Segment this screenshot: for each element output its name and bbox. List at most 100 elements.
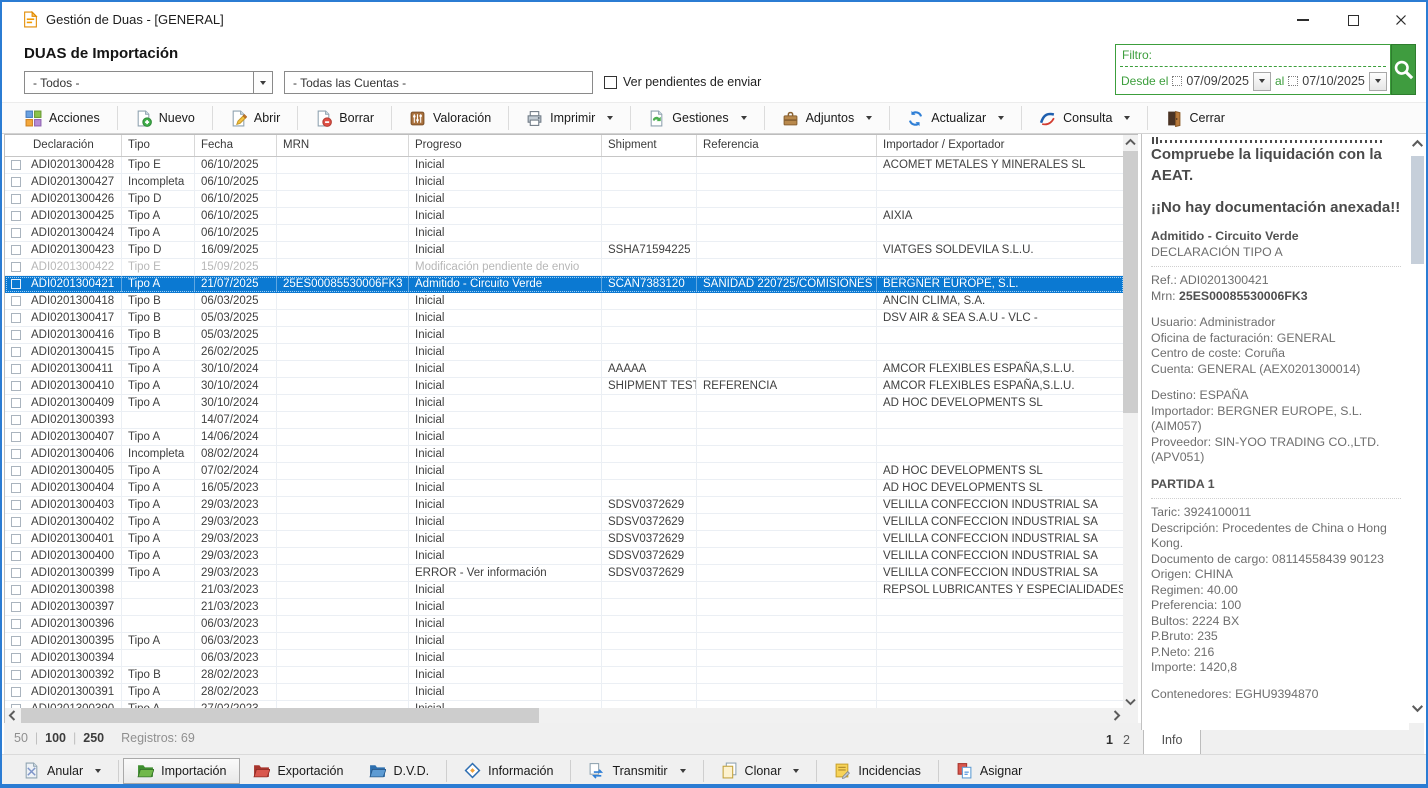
column-header-importador-exportador[interactable]: Importador / Exportador [877, 135, 1124, 156]
table-row[interactable]: ADI020130039606/03/2023Inicial [5, 616, 1124, 633]
button-importacion[interactable]: Importación [123, 758, 240, 784]
column-header-fecha[interactable]: Fecha [195, 135, 277, 156]
table-row[interactable]: ADI0201300395Tipo A06/03/2023Inicial [5, 633, 1124, 650]
button-gestiones[interactable]: Gestiones [631, 105, 763, 131]
row-checkbox[interactable] [11, 602, 21, 612]
column-header-tipo[interactable]: Tipo [122, 135, 195, 156]
row-checkbox[interactable] [11, 687, 21, 697]
button-consulta[interactable]: Consulta [1022, 105, 1147, 131]
row-checkbox[interactable] [11, 398, 21, 408]
column-header-shipment[interactable]: Shipment [602, 135, 697, 156]
accounts-filter-field[interactable]: - Todas las Cuentas - [284, 71, 593, 94]
page-number-2[interactable]: 2 [1123, 733, 1130, 747]
pending-checkbox[interactable] [604, 76, 617, 89]
button-cerrar[interactable]: Cerrar [1148, 105, 1241, 131]
button-anular[interactable]: Anular [10, 758, 114, 784]
table-row[interactable]: ADI020130039721/03/2023Inicial [5, 599, 1124, 616]
table-row[interactable]: ADI0201300423Tipo D16/09/2025InicialSSHA… [5, 242, 1124, 259]
table-row[interactable]: ADI0201300415Tipo A26/02/2025Inicial [5, 344, 1124, 361]
button-asignar[interactable]: Asignar [943, 758, 1035, 784]
table-row[interactable]: ADI0201300428Tipo E06/10/2025InicialACOM… [5, 157, 1124, 174]
table-horizontal-scrollbar[interactable] [5, 708, 1124, 723]
button-clonar[interactable]: Clonar [708, 758, 813, 784]
panel-scroll-thumb[interactable] [1411, 156, 1424, 264]
button-exportacion[interactable]: Exportación [240, 758, 356, 784]
row-checkbox[interactable] [11, 483, 21, 493]
table-row[interactable]: ADI0201300391Tipo A28/02/2023Inicial [5, 684, 1124, 701]
row-checkbox[interactable] [11, 330, 21, 340]
row-checkbox[interactable] [11, 534, 21, 544]
table-row[interactable]: ADI0201300417Tipo B05/03/2025InicialDSV … [5, 310, 1124, 327]
combo-arrow-button[interactable] [253, 72, 272, 93]
row-checkbox[interactable] [11, 262, 21, 272]
table-row[interactable]: ADI0201300401Tipo A29/03/2023InicialSDSV… [5, 531, 1124, 548]
row-checkbox[interactable] [11, 279, 21, 289]
button-acciones[interactable]: Acciones [8, 105, 117, 131]
row-checkbox[interactable] [11, 653, 21, 663]
button-imprimir[interactable]: Imprimir [509, 105, 630, 131]
row-checkbox[interactable] [11, 636, 21, 646]
search-button[interactable] [1391, 44, 1416, 95]
type-filter-combobox[interactable]: - Todos - [24, 71, 273, 94]
row-checkbox[interactable] [11, 568, 21, 578]
row-checkbox[interactable] [11, 160, 21, 170]
button-abrir[interactable]: Abrir [213, 105, 297, 131]
page-size-50[interactable]: 50 [14, 731, 28, 745]
row-checkbox[interactable] [11, 500, 21, 510]
table-row[interactable]: ADI0201300403Tipo A29/03/2023InicialSDSV… [5, 497, 1124, 514]
panel-scroll-up-icon[interactable] [1409, 136, 1426, 152]
tab-info[interactable]: Info [1143, 730, 1201, 756]
panel-scrollbar[interactable] [1409, 134, 1426, 718]
table-row[interactable]: ADI0201300424Tipo A06/10/2025Inicial [5, 225, 1124, 242]
table-row[interactable]: ADI0201300399Tipo A29/03/2023ERROR - Ver… [5, 565, 1124, 582]
row-checkbox[interactable] [11, 585, 21, 595]
table-row[interactable]: ADI020130039821/03/2023InicialREPSOL LUB… [5, 582, 1124, 599]
row-checkbox[interactable] [11, 211, 21, 221]
table-row[interactable]: ADI0201300402Tipo A29/03/2023InicialSDSV… [5, 514, 1124, 531]
table-row[interactable]: ADI0201300409Tipo A30/10/2024InicialAD H… [5, 395, 1124, 412]
button-actualizar[interactable]: Actualizar [890, 105, 1021, 131]
row-checkbox[interactable] [11, 177, 21, 187]
row-checkbox[interactable] [11, 296, 21, 306]
table-row[interactable]: ADI0201300421Tipo A21/07/202525ES0008553… [5, 276, 1124, 293]
table-row[interactable]: ADI0201300406Incompleta08/02/2024Inicial [5, 446, 1124, 463]
scroll-right-arrow-icon[interactable] [1109, 708, 1124, 723]
table-row[interactable]: ADI0201300422Tipo E15/09/2025Modificació… [5, 259, 1124, 276]
button-borrar[interactable]: Borrar [298, 105, 391, 131]
close-button[interactable] [1382, 8, 1420, 32]
scroll-down-arrow-icon[interactable] [1123, 694, 1138, 709]
column-header-referencia[interactable]: Referencia [697, 135, 877, 156]
to-date-value[interactable]: 07/10/2025 [1302, 74, 1365, 88]
row-checkbox[interactable] [11, 466, 21, 476]
table-row[interactable]: ADI0201300411Tipo A30/10/2024InicialAAAA… [5, 361, 1124, 378]
button-adjuntos[interactable]: Adjuntos [765, 105, 890, 131]
maximize-button[interactable] [1334, 8, 1372, 32]
horizontal-scroll-thumb[interactable] [21, 708, 539, 723]
table-row[interactable]: ADI020130039314/07/2024Inicial [5, 412, 1124, 429]
row-checkbox[interactable] [11, 551, 21, 561]
panel-scroll-down-icon[interactable] [1409, 700, 1426, 716]
table-row[interactable]: ADI0201300404Tipo A16/05/2023InicialAD H… [5, 480, 1124, 497]
row-checkbox[interactable] [11, 245, 21, 255]
table-row[interactable]: ADI0201300425Tipo A06/10/2025InicialAIXI… [5, 208, 1124, 225]
to-date-checkbox[interactable] [1288, 76, 1298, 86]
row-checkbox[interactable] [11, 347, 21, 357]
row-checkbox[interactable] [11, 194, 21, 204]
table-row[interactable]: ADI0201300418Tipo B06/03/2025InicialANCI… [5, 293, 1124, 310]
page-size-250[interactable]: 250 [83, 731, 104, 745]
button-incidencias[interactable]: Incidencias [821, 758, 934, 784]
table-vertical-scrollbar[interactable] [1123, 135, 1138, 709]
minimize-button[interactable] [1284, 8, 1322, 32]
column-header-declaracion[interactable]: Declaración [5, 135, 122, 156]
button-informacion[interactable]: Información [451, 758, 566, 784]
row-checkbox[interactable] [11, 313, 21, 323]
table-row[interactable]: ADI0201300400Tipo A29/03/2023InicialSDSV… [5, 548, 1124, 565]
table-row[interactable]: ADI0201300416Tipo B05/03/2025Inicial [5, 327, 1124, 344]
from-date-value[interactable]: 07/09/2025 [1186, 74, 1249, 88]
row-checkbox[interactable] [11, 432, 21, 442]
row-checkbox[interactable] [11, 517, 21, 527]
vertical-scroll-thumb[interactable] [1123, 151, 1138, 413]
to-date-dropdown[interactable] [1369, 72, 1387, 91]
table-row[interactable]: ADI020130039406/03/2023Inicial [5, 650, 1124, 667]
button-valoracion[interactable]: Valoración [392, 105, 508, 131]
